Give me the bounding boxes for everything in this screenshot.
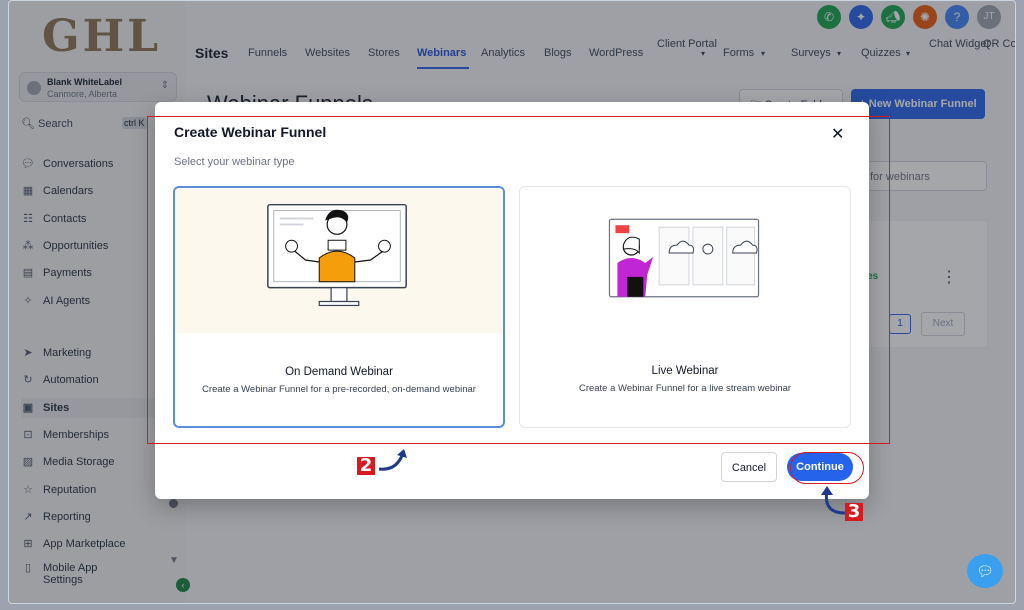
chat-support-icon[interactable]: 💬︎	[967, 554, 1003, 588]
annotation-highlight-box	[147, 116, 890, 444]
app-window: GHL Blank WhiteLabel Canmore, Alberta ⇕ …	[8, 0, 1016, 604]
annotation-arrow-icon	[378, 449, 407, 471]
annotation-highlight-ring	[790, 452, 864, 484]
cancel-button[interactable]: Cancel	[721, 452, 777, 482]
annotation-step-2: 2	[357, 457, 375, 475]
annotation-arrow-icon	[821, 486, 846, 515]
